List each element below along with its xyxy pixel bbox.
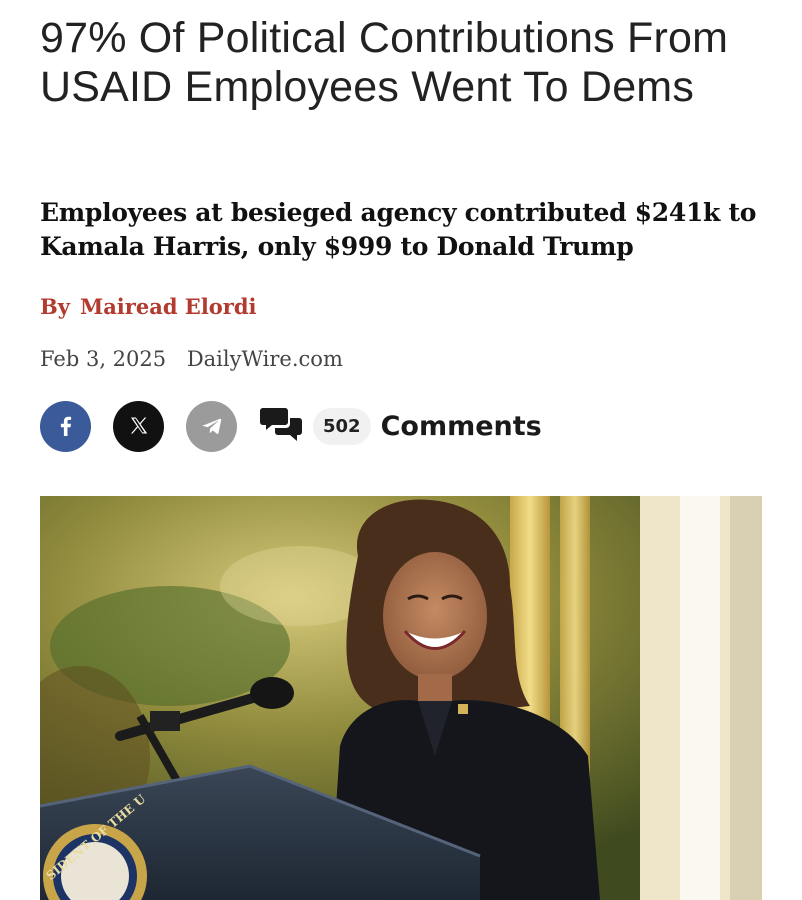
comments-button[interactable]: 502 Comments	[259, 404, 542, 448]
article-headline: 97% Of Political Contributions From USAI…	[40, 14, 729, 111]
facebook-share-button[interactable]	[40, 400, 91, 452]
byline-prefix: By	[40, 294, 70, 319]
byline: By Mairead Elordi	[40, 294, 257, 319]
facebook-icon	[60, 416, 71, 436]
source-site: DailyWire.com	[186, 347, 343, 371]
share-row: 502 Comments	[40, 400, 542, 452]
hero-image: SIDENT OF THE U	[40, 496, 762, 900]
telegram-icon	[202, 418, 221, 434]
article-meta: Feb 3, 2025 DailyWire.com	[40, 347, 343, 371]
telegram-share-button[interactable]	[186, 400, 237, 452]
comments-label: Comments	[380, 410, 542, 442]
article-subheadline: Employees at besieged agency contributed…	[40, 198, 757, 261]
x-icon	[130, 417, 147, 434]
publish-date: Feb 3, 2025	[40, 347, 167, 371]
x-share-button[interactable]	[113, 400, 164, 452]
speech-bubbles-icon	[260, 408, 302, 441]
author-link[interactable]: Mairead Elordi	[80, 294, 257, 319]
comment-count: 502	[313, 407, 371, 445]
